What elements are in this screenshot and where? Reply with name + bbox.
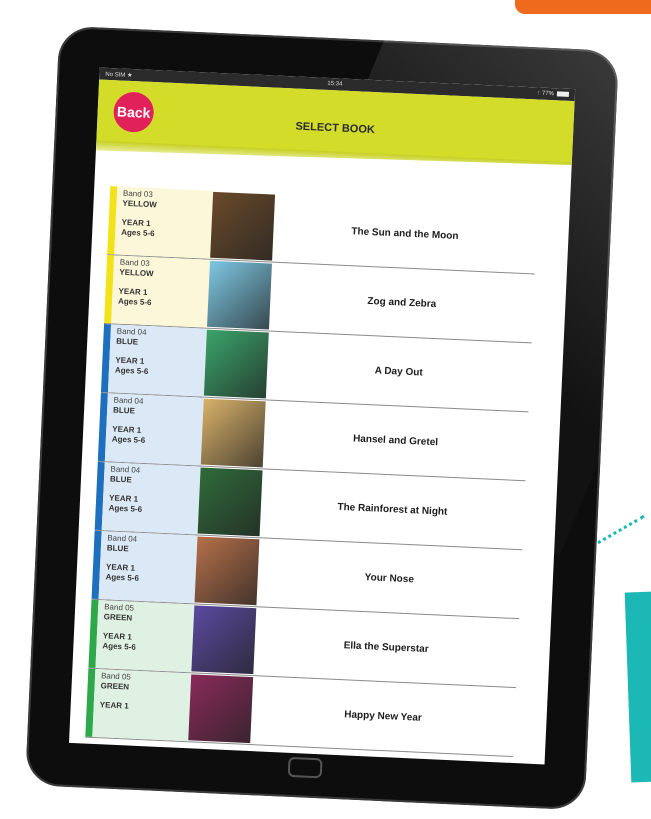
band-info: Band 05 GREEN YEAR 1 Ages 5-6 bbox=[95, 600, 195, 673]
band-info: Band 03 YELLOW YEAR 1 Ages 5-6 bbox=[111, 255, 211, 328]
book-title[interactable]: A Day Out bbox=[266, 332, 532, 412]
book-title[interactable]: Your Nose bbox=[256, 538, 522, 618]
book-title[interactable]: Hansel and Gretel bbox=[263, 400, 529, 480]
home-button[interactable] bbox=[287, 756, 323, 779]
battery-icon bbox=[556, 91, 570, 97]
clock-label: 15:34 bbox=[327, 80, 343, 88]
band-info: Band 04 BLUE YEAR 1 Ages 5-6 bbox=[104, 393, 204, 466]
book-title[interactable]: Happy New Year bbox=[250, 676, 516, 756]
book-cover-image[interactable] bbox=[210, 191, 276, 261]
back-button[interactable]: Back bbox=[112, 91, 155, 134]
band-info: Band 03 YELLOW YEAR 1 Ages 5-6 bbox=[114, 186, 214, 259]
book-cover-image[interactable] bbox=[191, 605, 257, 675]
book-title[interactable]: Zog and Zebra bbox=[269, 263, 535, 343]
book-list: Band 03 YELLOW YEAR 1 Ages 5-6 The Sun and t… bbox=[85, 186, 538, 758]
book-cover-image[interactable] bbox=[200, 398, 266, 468]
tablet-bezel: No SIM ★ 15:34 ↑ 77% Back SELECT BOOK Ba… bbox=[25, 25, 619, 811]
band-info: Band 04 BLUE YEAR 1 Ages 5-6 bbox=[101, 462, 201, 535]
book-cover-image[interactable] bbox=[197, 467, 263, 537]
book-cover-image[interactable] bbox=[207, 260, 272, 330]
book-title[interactable]: The Sun and the Moon bbox=[272, 194, 538, 274]
book-title[interactable]: The Rainforest at Night bbox=[260, 469, 526, 549]
book-cover-image[interactable] bbox=[203, 329, 269, 399]
band-info: Band 04 BLUE YEAR 1 Ages 5-6 bbox=[98, 531, 198, 604]
decorative-orange-tab bbox=[515, 0, 651, 14]
carrier-label: No SIM ★ bbox=[105, 71, 133, 79]
decorative-teal-shape bbox=[624, 591, 651, 783]
book-cover-image[interactable] bbox=[188, 674, 254, 744]
app-screen: No SIM ★ 15:34 ↑ 77% Back SELECT BOOK Ba… bbox=[69, 67, 576, 765]
band-info: Band 05 GREEN YEAR 1 bbox=[92, 668, 192, 742]
tablet-device: No SIM ★ 15:34 ↑ 77% Back SELECT BOOK Ba… bbox=[25, 25, 619, 811]
year-label: YEAR 1 bbox=[99, 700, 129, 711]
book-title[interactable]: Ella the Superstar bbox=[253, 607, 519, 687]
band-info: Band 04 BLUE YEAR 1 Ages 5-6 bbox=[107, 324, 207, 397]
battery-indicator: ↑ 77% bbox=[537, 90, 570, 98]
book-cover-image[interactable] bbox=[194, 536, 260, 606]
page-title: SELECT BOOK bbox=[295, 120, 376, 137]
